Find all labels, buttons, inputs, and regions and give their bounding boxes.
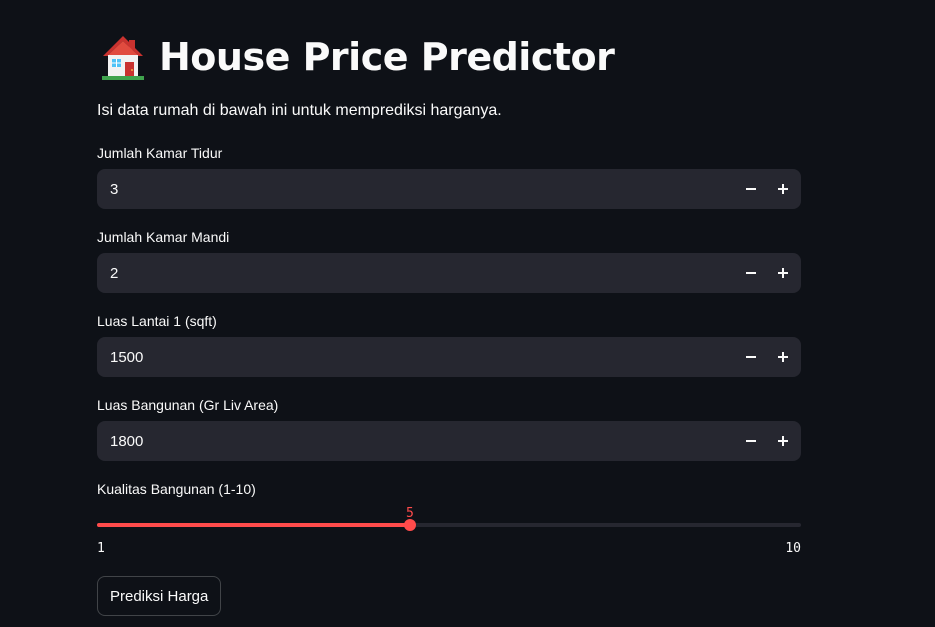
page-subtitle: Isi data rumah di bawah ini untuk mempre… <box>97 102 502 119</box>
plus-icon <box>778 268 788 278</box>
first-floor-area-label: Luas Lantai 1 (sqft) <box>97 313 217 329</box>
bathrooms-increment-button[interactable] <box>767 253 799 293</box>
living-area-increment-button[interactable] <box>767 421 799 461</box>
minus-icon <box>746 352 756 362</box>
page-title: House Price Predictor <box>159 35 615 79</box>
bedrooms-decrement-button[interactable] <box>735 169 767 209</box>
page-header: House Price Predictor <box>102 34 615 80</box>
first-floor-area-increment-button[interactable] <box>767 337 799 377</box>
bathrooms-decrement-button[interactable] <box>735 253 767 293</box>
minus-icon <box>746 268 756 278</box>
bathrooms-field[interactable] <box>97 252 735 294</box>
minus-icon <box>746 184 756 194</box>
first-floor-area-field[interactable] <box>97 336 735 378</box>
predict-price-button[interactable]: Prediksi Harga <box>97 576 222 616</box>
first-floor-area-decrement-button[interactable] <box>735 337 767 377</box>
first-floor-area-number-input <box>97 336 801 378</box>
quality-slider-thumb[interactable] <box>403 519 416 531</box>
plus-icon <box>778 352 788 362</box>
quality-slider-max-label: 10 <box>785 541 801 556</box>
bathrooms-number-input <box>97 252 801 294</box>
bedrooms-increment-button[interactable] <box>767 169 799 209</box>
bathrooms-label: Jumlah Kamar Mandi <box>97 229 230 245</box>
minus-icon <box>746 436 756 446</box>
plus-icon <box>778 436 788 446</box>
bedrooms-field[interactable] <box>97 168 735 210</box>
quality-slider-fill <box>97 523 410 527</box>
bedrooms-number-input <box>97 168 801 210</box>
living-area-field[interactable] <box>97 420 735 462</box>
living-area-decrement-button[interactable] <box>735 421 767 461</box>
bedrooms-label: Jumlah Kamar Tidur <box>97 145 223 161</box>
living-area-label: Luas Bangunan (Gr Liv Area) <box>97 397 279 413</box>
living-area-number-input <box>97 420 801 462</box>
house-icon <box>102 34 144 80</box>
plus-icon <box>778 184 788 194</box>
quality-slider-track[interactable]: 5 <box>97 506 801 531</box>
quality-slider-label: Kualitas Bangunan (1-10) <box>97 481 256 497</box>
quality-slider-min-label: 1 <box>97 541 105 556</box>
